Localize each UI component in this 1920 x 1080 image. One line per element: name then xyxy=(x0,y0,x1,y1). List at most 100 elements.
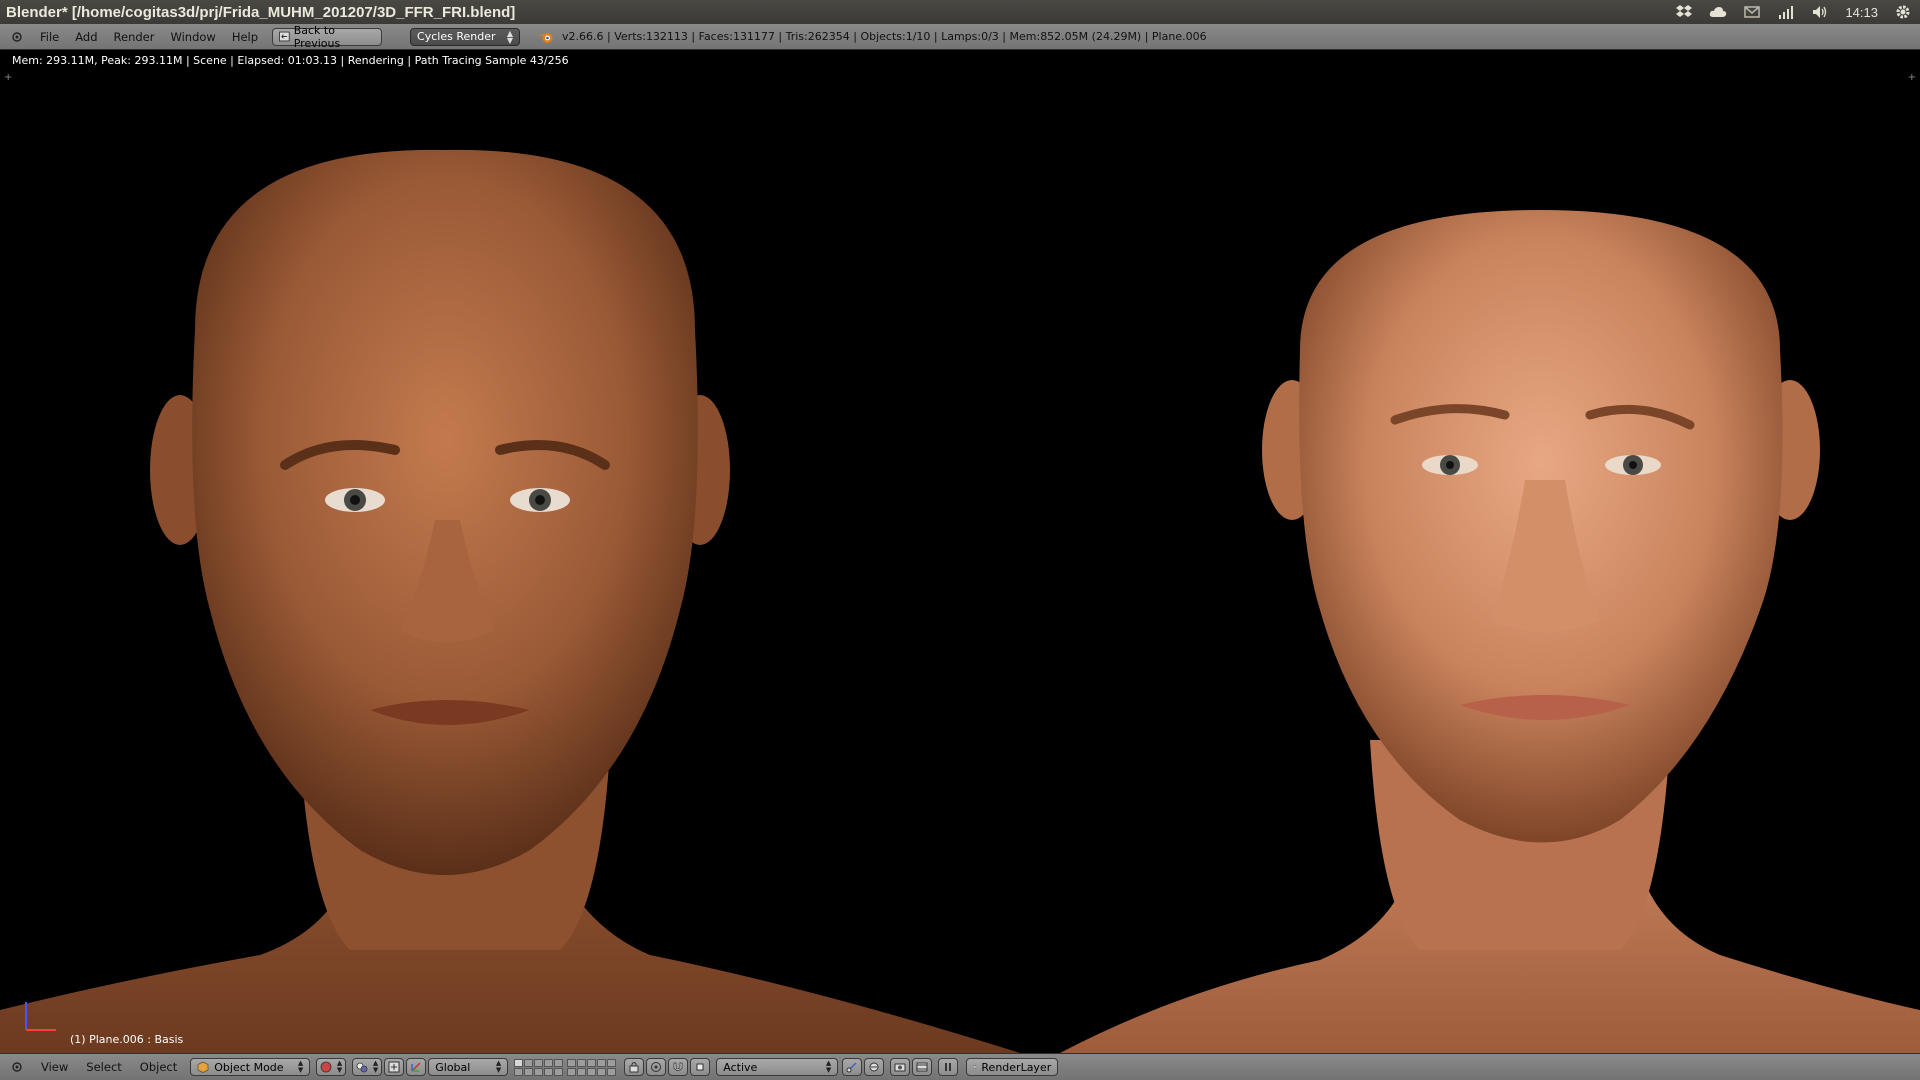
align-rotation-icon xyxy=(846,1062,857,1073)
layer-button[interactable] xyxy=(524,1058,534,1067)
proportional-edit-button[interactable] xyxy=(646,1058,667,1076)
menu-select[interactable]: Select xyxy=(77,1060,130,1074)
layer-button[interactable] xyxy=(534,1067,544,1076)
render-progress-info: Mem: 293.11M, Peak: 293.11M | Scene | El… xyxy=(12,54,569,67)
layer-button[interactable] xyxy=(514,1058,524,1067)
back-to-previous-label: Back to Previous xyxy=(293,23,341,50)
render-layer-label: RenderLayer xyxy=(981,1060,1052,1074)
dropdown-arrows-icon: ▲ ▼ xyxy=(372,1059,379,1074)
scene-layers[interactable] xyxy=(514,1058,617,1076)
pivot-icon xyxy=(356,1062,368,1073)
layer-group-1[interactable] xyxy=(514,1058,564,1076)
clock[interactable]: 14:13 xyxy=(1845,5,1878,20)
dropdown-arrows-icon: ▲ ▼ xyxy=(297,1059,304,1074)
manipulator-icon xyxy=(388,1061,400,1073)
layer-button[interactable] xyxy=(554,1067,564,1076)
snap-element-button[interactable] xyxy=(690,1058,711,1076)
menu-render[interactable]: Render xyxy=(106,30,163,44)
transform-axes-icon xyxy=(411,1062,421,1072)
layer-button[interactable] xyxy=(597,1058,607,1067)
shading-sphere-icon xyxy=(320,1061,332,1073)
translate-manipulator-button[interactable] xyxy=(406,1058,427,1076)
dropdown-arrows-icon: ▲ ▼ xyxy=(825,1059,832,1074)
menu-window[interactable]: Window xyxy=(162,30,223,44)
layer-button[interactable] xyxy=(554,1058,564,1067)
snap-peel-button[interactable] xyxy=(864,1058,885,1076)
opengl-animation-button[interactable] xyxy=(912,1058,933,1076)
layer-button[interactable] xyxy=(577,1058,587,1067)
magnet-icon xyxy=(673,1062,683,1071)
layer-button[interactable] xyxy=(514,1067,524,1076)
snap-element-icon xyxy=(696,1063,704,1071)
lock-icon xyxy=(629,1062,639,1073)
transform-orientation-select[interactable]: Global ▲ ▼ xyxy=(428,1058,509,1076)
settings-gear-icon[interactable] xyxy=(1894,3,1912,21)
camera-icon xyxy=(894,1063,906,1072)
menu-help[interactable]: Help xyxy=(224,30,266,44)
snap-peel-icon xyxy=(869,1062,879,1072)
proportional-edit-icon xyxy=(651,1062,662,1072)
area-split-right-icon[interactable]: + xyxy=(1908,72,1916,83)
menu-object[interactable]: Object xyxy=(131,1060,186,1074)
volume-icon[interactable] xyxy=(1811,3,1829,21)
layer-button[interactable] xyxy=(534,1058,544,1067)
editor-type-icon[interactable] xyxy=(8,28,26,46)
menu-add[interactable]: Add xyxy=(67,30,105,44)
render-engine-label: Cycles Render xyxy=(417,30,496,43)
layer-group-2[interactable] xyxy=(567,1058,617,1076)
layer-button[interactable] xyxy=(577,1067,587,1076)
area-split-left-icon[interactable]: + xyxy=(4,72,12,83)
menu-view[interactable]: View xyxy=(32,1060,77,1074)
info-header: File Add Render Window Help Back to Prev… xyxy=(0,24,1920,50)
back-to-previous-button[interactable]: Back to Previous xyxy=(272,24,383,50)
dropdown-arrows-icon: ▲ ▼ xyxy=(495,1059,502,1074)
active-object-label: (1) Plane.006 : Basis xyxy=(70,1033,184,1046)
layer-button[interactable] xyxy=(597,1067,607,1076)
layer-button[interactable] xyxy=(607,1058,617,1067)
manipulator-toggle[interactable] xyxy=(384,1058,405,1076)
menu-file[interactable]: File xyxy=(32,30,67,44)
align-rotation-button[interactable] xyxy=(842,1058,863,1076)
viewport-shading-select[interactable]: ▲ ▼ xyxy=(316,1058,347,1076)
layer-button[interactable] xyxy=(587,1067,597,1076)
layer-button[interactable] xyxy=(607,1067,617,1076)
layer-button[interactable] xyxy=(587,1058,597,1067)
pause-icon xyxy=(945,1063,952,1071)
dropdown-arrows-icon: ▲ ▼ xyxy=(336,1059,343,1074)
left-head-render xyxy=(0,149,1020,1053)
interaction-mode-select[interactable]: Object Mode ▲ ▼ xyxy=(190,1058,311,1076)
snap-target-label: Active xyxy=(723,1060,758,1074)
interaction-mode-label: Object Mode xyxy=(214,1060,284,1074)
snap-target-select[interactable]: Active ▲ ▼ xyxy=(716,1058,839,1076)
mail-icon[interactable] xyxy=(1743,3,1761,21)
cube-icon xyxy=(197,1061,209,1073)
layer-button[interactable] xyxy=(567,1058,577,1067)
layer-button[interactable] xyxy=(567,1067,577,1076)
snap-toggle-button[interactable] xyxy=(668,1058,689,1076)
cloud-icon[interactable] xyxy=(1709,3,1727,21)
opengl-render-button[interactable] xyxy=(890,1058,911,1076)
lock-layers-button[interactable] xyxy=(624,1058,645,1076)
render-layer-select[interactable]: RenderLayer xyxy=(966,1058,1059,1076)
rendered-faces-image xyxy=(0,149,1920,1053)
3d-view-header: View Select Object Object Mode ▲ ▼ ▲ ▼ ▲ ▼ … xyxy=(0,1053,1920,1080)
network-icon[interactable] xyxy=(1777,3,1795,21)
pivot-point-select[interactable]: ▲ ▼ xyxy=(352,1058,383,1076)
film-icon xyxy=(916,1062,928,1072)
layer-button[interactable] xyxy=(544,1058,554,1067)
layer-button[interactable] xyxy=(544,1067,554,1076)
dropbox-icon[interactable] xyxy=(1675,3,1693,21)
scene-stats: v2.66.6 | Verts:132113 | Faces:131177 | … xyxy=(562,30,1207,43)
layer-button[interactable] xyxy=(524,1067,534,1076)
render-engine-select[interactable]: Cycles Render ▲ ▼ xyxy=(410,27,521,46)
transform-orientation-label: Global xyxy=(435,1060,471,1074)
system-tray: 14:13 xyxy=(1675,0,1912,24)
dropdown-arrows-icon: ▲ ▼ xyxy=(506,28,514,45)
render-layer-icon xyxy=(973,1065,977,1069)
3d-viewport[interactable]: Mem: 293.11M, Peak: 293.11M | Scene | El… xyxy=(0,50,1920,1053)
pause-render-button[interactable] xyxy=(938,1058,959,1076)
window-title: Blender* [/home/cogitas3d/prj/Frida_MUHM… xyxy=(6,3,516,21)
view-editor-type-icon[interactable] xyxy=(8,1058,26,1076)
os-top-bar: Blender* [/home/cogitas3d/prj/Frida_MUHM… xyxy=(0,0,1920,24)
screen-back-icon xyxy=(279,31,290,42)
